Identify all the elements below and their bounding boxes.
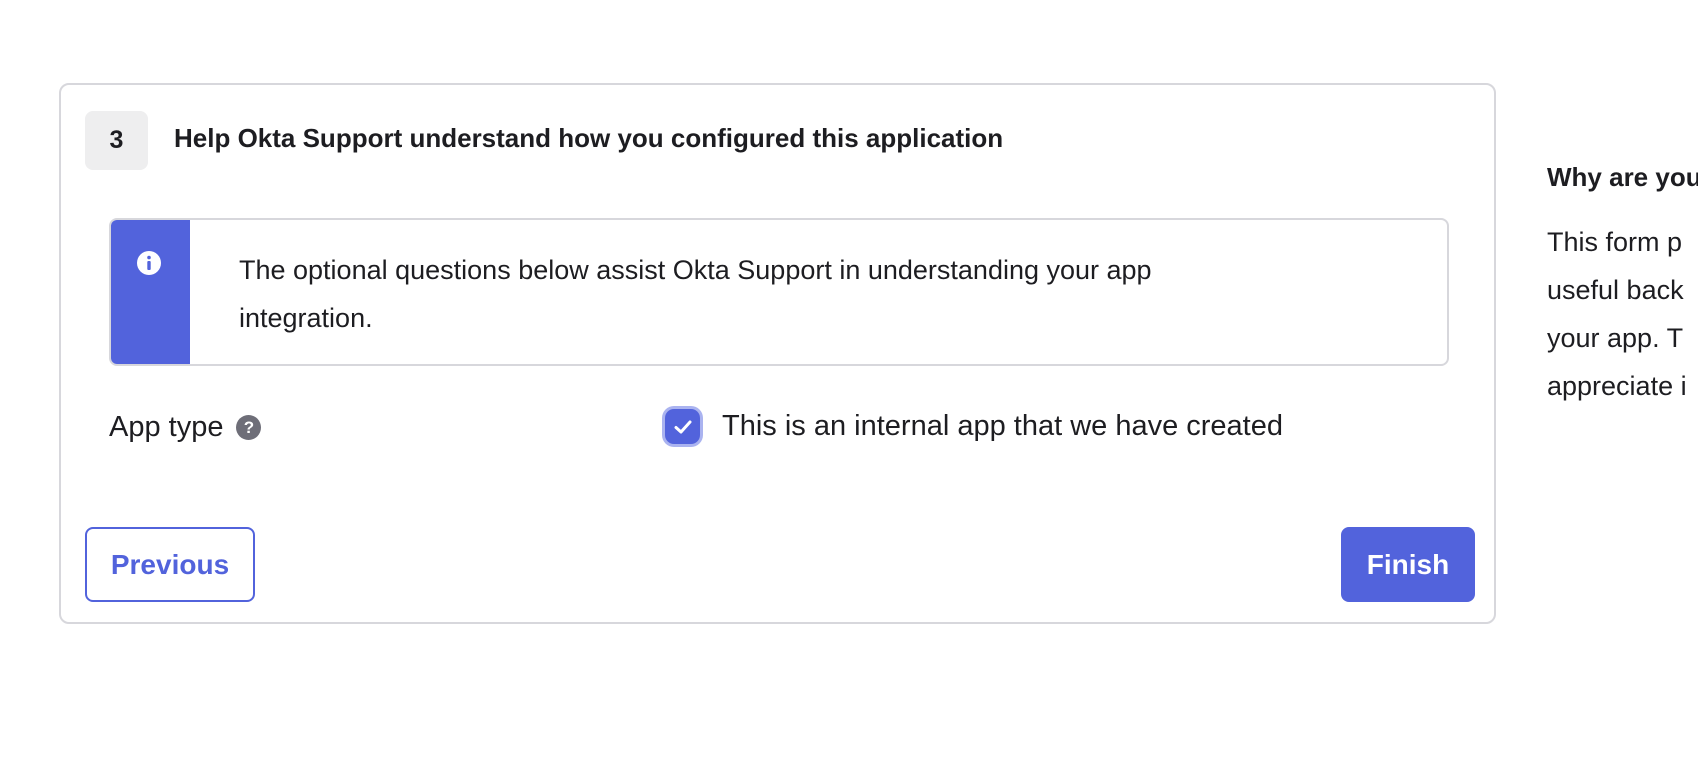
side-panel-heading: Why are you: [1547, 162, 1698, 192]
info-icon: [137, 251, 161, 275]
side-panel-line: appreciate i: [1547, 371, 1687, 401]
question-circle-icon[interactable]: ?: [236, 415, 262, 440]
side-panel-line: useful back: [1547, 275, 1684, 305]
app-config-step-card: 3 Help Okta Support understand how you c…: [59, 83, 1496, 624]
checkmark-icon: [674, 420, 691, 433]
callout-stripe: [111, 220, 190, 364]
page: 3 Help Okta Support understand how you c…: [0, 0, 1698, 766]
callout-text: The optional questions below assist Okta…: [239, 255, 1152, 333]
internal-app-checkbox-label[interactable]: This is an internal app that we have cre…: [722, 410, 1283, 443]
side-panel-line: This form p: [1547, 227, 1683, 257]
app-type-field-label: App type ?: [109, 411, 262, 444]
internal-app-checkbox-row[interactable]: This is an internal app that we have cre…: [665, 409, 1283, 444]
step-title: Help Okta Support understand how you con…: [174, 123, 1004, 153]
info-callout: The optional questions below assist Okta…: [109, 218, 1449, 366]
app-type-label: App type: [109, 411, 224, 443]
internal-app-checkbox[interactable]: [665, 409, 700, 444]
side-panel-text: This form p useful back your app. T appr…: [1547, 218, 1687, 410]
side-panel-line: your app. T: [1547, 323, 1684, 353]
step-number-badge: 3: [85, 111, 148, 170]
previous-button[interactable]: Previous: [85, 527, 255, 602]
finish-button[interactable]: Finish: [1341, 527, 1475, 602]
